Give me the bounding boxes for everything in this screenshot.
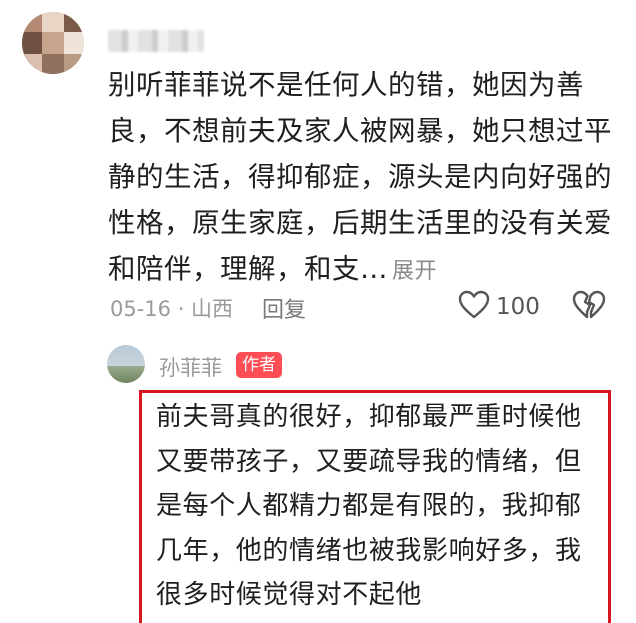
comment-text: 别听菲菲说不是任何人的错，她因为善 良，不想前夫及家人被网暴，她只想过平 静的生… xyxy=(108,62,613,295)
like-button[interactable]: 100 xyxy=(458,290,540,324)
comment-line-last: 和陪伴，理解，和支… 展开 xyxy=(108,246,613,295)
dislike-button[interactable] xyxy=(572,290,606,324)
comment-line: 性格，原生家庭，后期生活里的没有关爱 xyxy=(108,207,612,239)
comment-line-text: 和陪伴，理解，和支… xyxy=(108,253,388,285)
reply-line: 几年，他的情绪也被我影响好多，我 xyxy=(156,535,582,566)
reply-text: 前夫哥真的很好，抑郁最严重时候他 又要带孩子，又要疏导我的情绪，但 是每个人都精… xyxy=(156,395,606,618)
heart-outline-icon xyxy=(458,290,490,324)
expand-button[interactable]: 展开 xyxy=(392,259,437,284)
reply-button[interactable]: 回复 xyxy=(262,292,306,324)
reply-line: 很多时候觉得对不起他 xyxy=(156,580,423,610)
comment-line: 良，不想前夫及家人被网暴，她只想过平 xyxy=(108,115,612,147)
reply-author-name[interactable]: 孙菲菲 xyxy=(159,352,222,382)
comment-line: 静的生活，得抑郁症，源头是内向好强的 xyxy=(108,161,612,193)
reply-author-avatar[interactable] xyxy=(107,345,145,383)
broken-heart-icon xyxy=(572,290,606,324)
like-count: 100 xyxy=(496,294,540,320)
commenter-avatar[interactable] xyxy=(22,12,84,74)
comment-meta: 05-16 · 山西 xyxy=(110,297,234,321)
reply-line: 又要带孩子，又要疏导我的情绪，但 xyxy=(156,446,582,477)
commenter-name-blurred[interactable] xyxy=(108,30,204,52)
reply-line: 是每个人都精力都是有限的，我抑郁 xyxy=(156,491,582,521)
author-badge: 作者 xyxy=(236,352,282,378)
comment-line: 别听菲菲说不是任何人的错，她因为善 xyxy=(108,69,584,101)
reply-line: 前夫哥真的很好，抑郁最严重时候他 xyxy=(156,402,582,432)
